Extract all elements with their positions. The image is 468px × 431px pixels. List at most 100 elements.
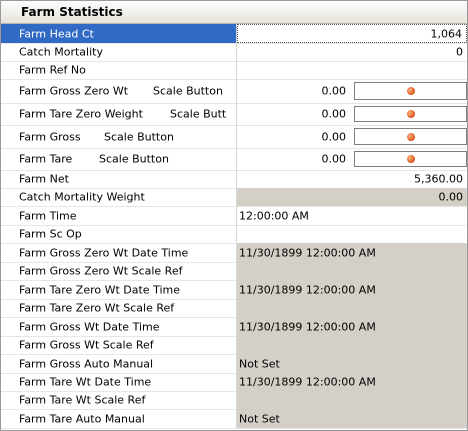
farm-net-field[interactable]: 5,360.00	[237, 170, 467, 188]
catch-mortality-field[interactable]: 0	[237, 43, 467, 61]
farm-statistics-panel: Farm Statistics Farm Head Ct 1,064 Catch…	[0, 0, 468, 431]
row-farm-ref-no[interactable]: Farm Ref No	[1, 61, 467, 80]
row-value: Not Set	[239, 357, 280, 370]
panel-title: Farm Statistics	[21, 5, 123, 19]
row-value: 12:00:00 AM	[239, 209, 309, 222]
row-farm-tare-wt-scale-ref[interactable]: Farm Tare Wt Scale Ref	[1, 391, 467, 410]
row-farm-net[interactable]: Farm Net 5,360.00	[1, 170, 467, 189]
row-label: Farm Gross Wt Scale Ref	[19, 338, 154, 352]
row-label: Farm Gross	[19, 130, 81, 143]
row-label-cell: Farm Time	[1, 206, 237, 225]
row-farm-tare-wt-date-time[interactable]: Farm Tare Wt Date Time 11/30/1899 12:00:…	[1, 373, 467, 392]
scale-button-label: Scale Butt	[170, 107, 227, 121]
farm-tare-zero-weight-field[interactable]: 0.00	[237, 103, 352, 125]
scale-button-label: Scale Button	[153, 84, 223, 98]
row-value: 0	[456, 45, 463, 59]
row-label-cell: Catch Mortality Weight	[1, 188, 237, 206]
scale-button[interactable]	[354, 106, 467, 122]
row-value: 0.00	[321, 107, 347, 121]
status-dot-icon	[406, 132, 415, 141]
row-farm-tare-zero-wt-scale-ref[interactable]: Farm Tare Zero Wt Scale Ref	[1, 299, 467, 318]
row-label: Catch Mortality	[19, 45, 103, 59]
farm-head-ct-field[interactable]: 1,064	[237, 24, 467, 43]
farm-tare-zero-weight-cell: 0.00	[237, 103, 467, 125]
row-farm-gross-zero-wt-scale-ref[interactable]: Farm Gross Zero Wt Scale Ref	[1, 262, 467, 281]
row-label-cell: Farm Gross Scale Button	[1, 125, 237, 148]
farm-gross-field[interactable]: 0.00	[237, 125, 352, 148]
farm-tare-zero-wt-scale-ref-field	[237, 299, 467, 317]
row-label: Farm Tare	[19, 152, 73, 166]
row-label: Farm Tare Zero Weight	[19, 107, 143, 121]
row-label-cell: Farm Tare Auto Manual	[1, 409, 237, 428]
row-label: Catch Mortality Weight	[19, 190, 145, 204]
row-label: Farm Gross Wt Date Time	[19, 320, 160, 333]
row-farm-tare[interactable]: Farm Tare Scale Button 0.00	[1, 148, 467, 171]
row-value: 1,064	[430, 27, 463, 40]
row-label: Farm Tare Auto Manual	[19, 412, 145, 425]
scale-button-label: Scale Button	[99, 152, 169, 166]
farm-tare-wt-scale-ref-field	[237, 391, 467, 409]
row-label-cell: Farm Tare Zero Weight Scale Butt	[1, 103, 237, 125]
row-label-cell: Farm Net	[1, 170, 237, 188]
farm-time-field[interactable]: 12:00:00 AM	[237, 206, 467, 225]
farm-gross-zero-wt-field[interactable]: 0.00	[237, 79, 352, 103]
row-value: 11/30/1899 12:00:00 AM	[239, 283, 376, 296]
row-label: Farm Net	[19, 172, 69, 186]
row-label: Farm Ref No	[19, 63, 86, 77]
status-dot-icon	[406, 87, 415, 95]
row-label: Farm Gross Zero Wt	[19, 84, 129, 98]
row-label-cell: Farm Gross Zero Wt Scale Button	[1, 79, 237, 103]
row-value: 0.00	[438, 190, 464, 204]
row-farm-tare-zero-weight[interactable]: Farm Tare Zero Weight Scale Butt 0.00	[1, 103, 467, 126]
catch-mortality-weight-field: 0.00	[237, 188, 467, 206]
row-label-cell: Farm Gross Auto Manual	[1, 354, 237, 373]
row-farm-gross-wt-scale-ref[interactable]: Farm Gross Wt Scale Ref	[1, 336, 467, 355]
row-label: Farm Head Ct	[19, 27, 94, 40]
row-farm-gross-zero-wt-date-time[interactable]: Farm Gross Zero Wt Date Time 11/30/1899 …	[1, 243, 467, 263]
row-label: Farm Gross Auto Manual	[19, 357, 154, 370]
scale-button[interactable]	[354, 151, 467, 167]
row-label-cell: Farm Tare Zero Wt Scale Ref	[1, 299, 237, 317]
row-catch-mortality[interactable]: Catch Mortality 0	[1, 43, 467, 62]
farm-gross-zero-wt-date-time-field: 11/30/1899 12:00:00 AM	[237, 243, 467, 262]
row-farm-sc-op[interactable]: Farm Sc Op	[1, 225, 467, 244]
farm-gross-wt-scale-ref-field	[237, 336, 467, 354]
row-value: 0.00	[321, 130, 347, 143]
row-label-cell: Catch Mortality	[1, 43, 237, 61]
row-value: Not Set	[239, 412, 280, 425]
row-label-cell: Farm Ref No	[1, 61, 237, 79]
farm-tare-field[interactable]: 0.00	[237, 148, 352, 170]
scale-button[interactable]	[354, 82, 467, 100]
row-farm-gross[interactable]: Farm Gross Scale Button 0.00	[1, 125, 467, 149]
row-farm-gross-zero-wt[interactable]: Farm Gross Zero Wt Scale Button 0.00	[1, 79, 467, 104]
farm-ref-no-field[interactable]	[237, 61, 467, 79]
row-value: 11/30/1899 12:00:00 AM	[239, 375, 376, 389]
panel-header: Farm Statistics	[1, 1, 467, 24]
row-label-cell: Farm Tare Wt Date Time	[1, 373, 237, 391]
row-label: Farm Sc Op	[19, 227, 82, 241]
row-value: 5,360.00	[414, 172, 463, 186]
farm-tare-cell: 0.00	[237, 148, 467, 170]
row-value: 0.00	[321, 84, 347, 98]
row-label-cell: Farm Sc Op	[1, 225, 237, 243]
row-label-cell: Farm Gross Zero Wt Scale Ref	[1, 262, 237, 280]
row-value: 11/30/1899 12:00:00 AM	[239, 320, 376, 333]
row-farm-gross-auto-manual[interactable]: Farm Gross Auto Manual Not Set	[1, 354, 467, 374]
row-label-cell: Farm Gross Wt Date Time	[1, 317, 237, 336]
scale-button-label: Scale Button	[104, 130, 174, 143]
farm-tare-wt-date-time-field: 11/30/1899 12:00:00 AM	[237, 373, 467, 391]
row-farm-head-ct[interactable]: Farm Head Ct 1,064	[1, 24, 467, 44]
row-label-cell: Farm Tare Zero Wt Date Time	[1, 280, 237, 299]
row-label-cell: Farm Tare Wt Scale Ref	[1, 391, 237, 409]
row-label: Farm Tare Zero Wt Scale Ref	[19, 301, 175, 315]
farm-sc-op-field[interactable]	[237, 225, 467, 243]
farm-tare-zero-wt-date-time-field: 11/30/1899 12:00:00 AM	[237, 280, 467, 299]
row-farm-tare-auto-manual[interactable]: Farm Tare Auto Manual Not Set	[1, 409, 467, 429]
row-label: Farm Gross Zero Wt Date Time	[19, 246, 189, 259]
row-label-cell: Farm Head Ct	[1, 24, 237, 43]
row-catch-mortality-weight[interactable]: Catch Mortality Weight 0.00	[1, 188, 467, 207]
row-farm-tare-zero-wt-date-time[interactable]: Farm Tare Zero Wt Date Time 11/30/1899 1…	[1, 280, 467, 300]
row-farm-gross-wt-date-time[interactable]: Farm Gross Wt Date Time 11/30/1899 12:00…	[1, 317, 467, 337]
row-farm-time[interactable]: Farm Time 12:00:00 AM	[1, 206, 467, 226]
scale-button[interactable]	[354, 128, 467, 145]
